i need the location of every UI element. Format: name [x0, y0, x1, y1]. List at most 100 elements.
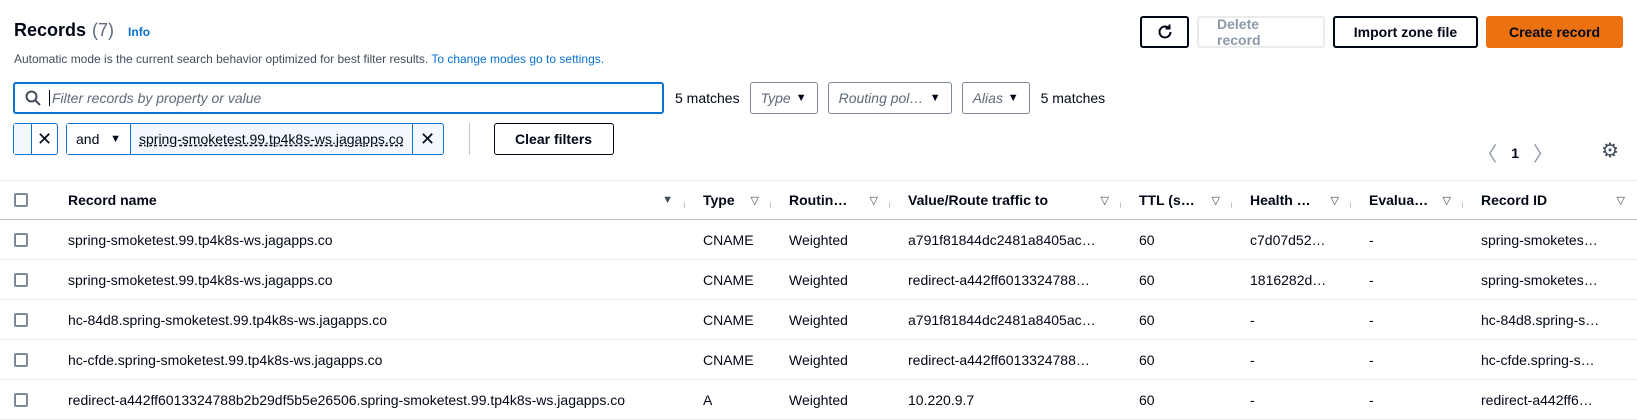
record-name: spring-smoketest.99.tp4k8s-ws.jagapps.co	[68, 271, 333, 288]
record-ttl: 60	[1139, 391, 1155, 408]
settings-link[interactable]: To change modes go to settings.	[431, 52, 604, 66]
record-ttl: 60	[1139, 311, 1155, 328]
column-header-evaluate[interactable]: Evalua… ▽	[1351, 192, 1463, 208]
gear-icon[interactable]: ⚙	[1601, 138, 1619, 163]
record-id: redirect-a442ff6…	[1481, 391, 1593, 408]
record-id: hc-84d8.spring-s…	[1481, 311, 1600, 328]
table-row[interactable]: hc-cfde.spring-smoketest.99.tp4k8s-ws.ja…	[0, 340, 1637, 380]
record-name: redirect-a442ff6013324788b2b29df5b5e2650…	[68, 391, 626, 408]
column-header-record-name[interactable]: Record name ▼	[68, 192, 685, 208]
record-ttl: 60	[1139, 351, 1155, 368]
alias-select-label: Alias	[972, 90, 1003, 106]
caret-down-icon: ▼	[795, 92, 807, 104]
description-text: Automatic mode is the current search beh…	[14, 52, 432, 66]
health-check: c7d07d52…	[1250, 231, 1326, 248]
caret-down-icon: ▼	[1007, 92, 1019, 104]
record-value: redirect-a442ff6013324788…	[908, 271, 1090, 288]
select-all-checkbox[interactable]	[14, 193, 28, 207]
close-icon[interactable]: ✕	[32, 124, 57, 154]
record-ttl: 60	[1139, 231, 1155, 248]
filter-bar: Filter records by property or value 5 ma…	[13, 82, 1115, 114]
column-header-value[interactable]: Value/Route traffic to ▽	[890, 192, 1121, 208]
routing-policy: Weighted	[789, 231, 848, 248]
create-record-button[interactable]: Create record	[1486, 16, 1623, 48]
health-check: -	[1250, 311, 1255, 328]
record-name: spring-smoketest.99.tp4k8s-ws.jagapps.co	[68, 231, 333, 248]
record-id: spring-smoketes…	[1481, 271, 1598, 288]
filter-token-value[interactable]: spring-smoketest.99.tp4k8s-ws.jagapps.co	[131, 124, 413, 154]
text-cursor	[49, 90, 50, 106]
search-icon	[25, 90, 41, 106]
column-header-routing[interactable]: Routin… ▽	[771, 192, 890, 208]
column-header-health[interactable]: Health … ▽	[1232, 192, 1351, 208]
page-title: Records	[14, 20, 87, 40]
table-row[interactable]: hc-84d8.spring-smoketest.99.tp4k8s-ws.ja…	[0, 300, 1637, 340]
row-checkbox[interactable]	[14, 272, 28, 287]
row-checkbox[interactable]	[14, 232, 28, 247]
search-placeholder: Filter records by property or value	[52, 90, 262, 106]
row-checkbox[interactable]	[14, 392, 28, 407]
evaluate-health: -	[1369, 391, 1374, 408]
evaluate-health: -	[1369, 311, 1374, 328]
record-type: A	[703, 391, 713, 408]
filter-tokens: ✕ and ▼ spring-smoketest.99.tp4k8s-ws.ja…	[13, 123, 614, 155]
search-mode-description: Automatic mode is the current search beh…	[14, 52, 604, 66]
column-header-record-id[interactable]: Record ID ▽	[1463, 192, 1637, 208]
record-count: (7)	[92, 20, 115, 40]
health-check: -	[1250, 351, 1255, 368]
record-id: hc-cfde.spring-s…	[1481, 351, 1595, 368]
match-count: 5 matches	[675, 90, 740, 106]
chevron-right-icon[interactable]: 〉	[1533, 138, 1553, 167]
table-row[interactable]: spring-smoketest.99.tp4k8s-ws.jagapps.co…	[0, 260, 1637, 300]
caret-down-icon: ▼	[110, 133, 121, 145]
refresh-button[interactable]	[1140, 16, 1189, 48]
record-name: hc-cfde.spring-smoketest.99.tp4k8s-ws.ja…	[68, 351, 383, 368]
info-link[interactable]: Info	[128, 25, 150, 39]
select-all-cell	[0, 193, 68, 207]
filter-token: and ▼ spring-smoketest.99.tp4k8s-ws.jaga…	[66, 123, 444, 155]
search-input[interactable]: Filter records by property or value	[13, 82, 664, 114]
sort-icon: ▽	[1616, 194, 1625, 207]
alias-select[interactable]: Alias ▼	[961, 82, 1030, 114]
type-select-label: Type	[760, 90, 791, 106]
records-table: Record name ▼ Type ▽ Routin… ▽ Value/Route …	[0, 180, 1637, 420]
page-header: Records (7) Info	[14, 20, 150, 41]
chevron-left-icon[interactable]: 〈	[1477, 138, 1497, 167]
routing-select-label: Routing pol…	[838, 90, 924, 106]
sort-icon: ▽	[1330, 194, 1339, 207]
record-type: CNAME	[703, 311, 754, 328]
clear-filters-button[interactable]: Clear filters	[493, 123, 614, 155]
record-value: a791f81844dc2481a8405ac…	[908, 311, 1096, 328]
refresh-icon	[1158, 24, 1171, 39]
routing-policy-select[interactable]: Routing pol… ▼	[827, 82, 952, 114]
operator-select[interactable]: and ▼	[67, 124, 131, 154]
record-type: CNAME	[703, 271, 754, 288]
table-header: Record name ▼ Type ▽ Routin… ▽ Value/Route …	[0, 180, 1637, 220]
column-header-ttl[interactable]: TTL (s… ▽	[1121, 192, 1232, 208]
routing-policy: Weighted	[789, 271, 848, 288]
operator-label: and	[76, 131, 100, 147]
evaluate-health: -	[1369, 351, 1374, 368]
caret-down-icon: ▼	[929, 92, 941, 104]
type-select[interactable]: Type ▼	[749, 82, 818, 114]
sort-icon: ▼	[662, 194, 673, 206]
record-type: CNAME	[703, 231, 754, 248]
import-zone-file-button[interactable]: Import zone file	[1333, 16, 1478, 48]
evaluate-health: -	[1369, 231, 1374, 248]
record-type: CNAME	[703, 351, 754, 368]
divider	[468, 123, 470, 155]
table-row[interactable]: spring-smoketest.99.tp4k8s-ws.jagapps.co…	[0, 220, 1637, 260]
routing-policy: Weighted	[789, 351, 848, 368]
sort-icon: ▽	[1442, 194, 1451, 207]
routing-policy: Weighted	[789, 311, 848, 328]
delete-record-button[interactable]: Delete record	[1197, 16, 1325, 48]
table-row[interactable]: redirect-a442ff6013324788b2b29df5b5e2650…	[0, 380, 1637, 420]
pagination: 〈 1 〉	[1477, 138, 1553, 167]
row-checkbox[interactable]	[14, 312, 28, 327]
close-icon[interactable]: ✕	[413, 124, 443, 154]
page-number[interactable]: 1	[1511, 145, 1519, 161]
sort-icon: ▽	[869, 194, 878, 207]
row-checkbox[interactable]	[14, 352, 28, 367]
record-value: a791f81844dc2481a8405ac…	[908, 231, 1096, 248]
column-header-type[interactable]: Type ▽	[685, 192, 771, 208]
